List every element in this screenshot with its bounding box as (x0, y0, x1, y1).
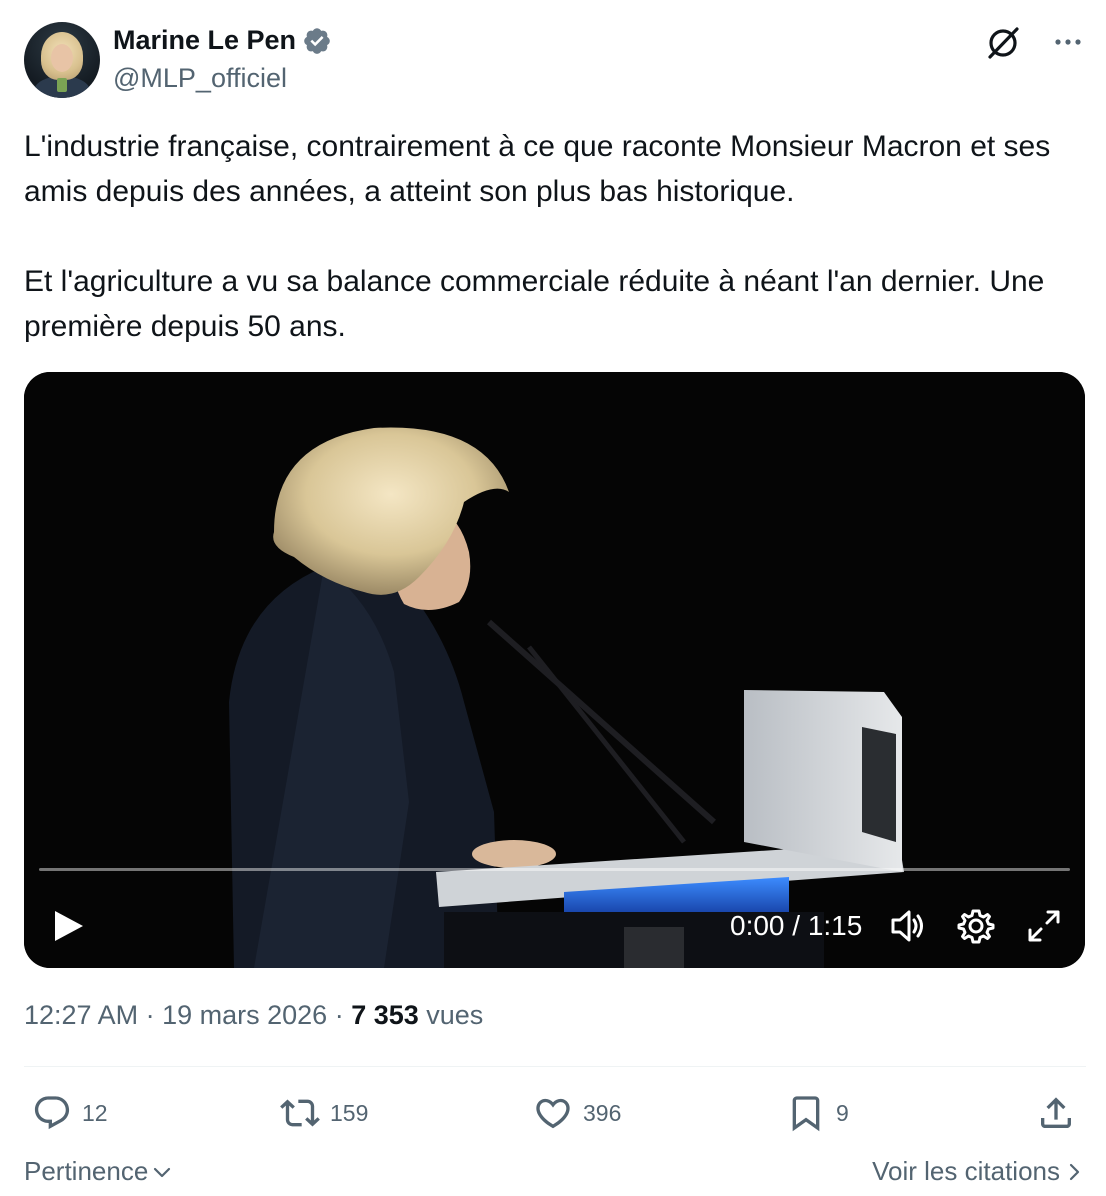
quotes-link[interactable]: Voir les citations (872, 1156, 1086, 1187)
action-bar: 12 159 396 9 (24, 1090, 1086, 1136)
verified-icon (304, 27, 330, 54)
tweet-header: Marine Le Pen @MLP_officiel (24, 22, 1086, 98)
tweet-meta: 12:27 AM · 19 mars 2026 · 7 353 vues (24, 1000, 483, 1031)
settings-icon[interactable] (956, 906, 996, 946)
replies-footer: Pertinence Voir les citations (24, 1156, 1086, 1190)
sort-label: Pertinence (24, 1156, 149, 1186)
reply-count: 12 (82, 1099, 108, 1126)
volume-icon[interactable] (888, 906, 928, 946)
meta-separator: · (138, 1000, 163, 1030)
avatar[interactable] (24, 22, 100, 98)
quotes-link-label: Voir les citations (872, 1156, 1060, 1186)
author-handle[interactable]: @MLP_officiel (113, 63, 287, 94)
author-name-row: Marine Le Pen (113, 25, 332, 56)
share-icon (1041, 1097, 1071, 1128)
video-progress-bar[interactable] (39, 868, 1070, 871)
bookmark-icon (792, 1096, 820, 1132)
repost-button[interactable]: 159 (280, 1090, 368, 1136)
reply-button[interactable]: 12 (32, 1090, 108, 1136)
tweet-date[interactable]: 19 mars 2026 (162, 1000, 327, 1030)
bookmark-button[interactable]: 9 (786, 1090, 849, 1136)
like-icon (536, 1098, 570, 1129)
author-display-name[interactable]: Marine Le Pen (113, 25, 296, 56)
retweet-icon (280, 1099, 320, 1127)
tweet-time[interactable]: 12:27 AM (24, 1000, 138, 1030)
fullscreen-icon[interactable] (1024, 906, 1064, 946)
video-player[interactable]: 0:00 / 1:15 (24, 372, 1085, 968)
like-count: 396 (583, 1099, 622, 1126)
views-count: 7 353 (351, 1000, 419, 1030)
like-button[interactable]: 396 (533, 1090, 621, 1136)
chevron-down-icon (154, 1167, 171, 1177)
more-icon[interactable] (1050, 24, 1086, 60)
tweet-text: L'industrie française, contrairement à c… (24, 130, 1051, 343)
play-icon[interactable] (50, 908, 86, 944)
chevron-right-icon (1069, 1163, 1080, 1180)
divider (24, 1066, 1086, 1067)
grok-icon[interactable] (984, 24, 1022, 62)
video-frame (24, 372, 1085, 968)
sort-dropdown[interactable]: Pertinence (24, 1156, 174, 1187)
video-time-readout: 0:00 / 1:15 (730, 910, 863, 941)
bookmark-count: 9 (836, 1099, 849, 1126)
meta-separator: · (327, 1000, 352, 1030)
reply-icon (34, 1096, 70, 1130)
views-label: vues (418, 1000, 484, 1030)
share-button[interactable] (1036, 1090, 1086, 1136)
repost-count: 159 (330, 1099, 369, 1126)
